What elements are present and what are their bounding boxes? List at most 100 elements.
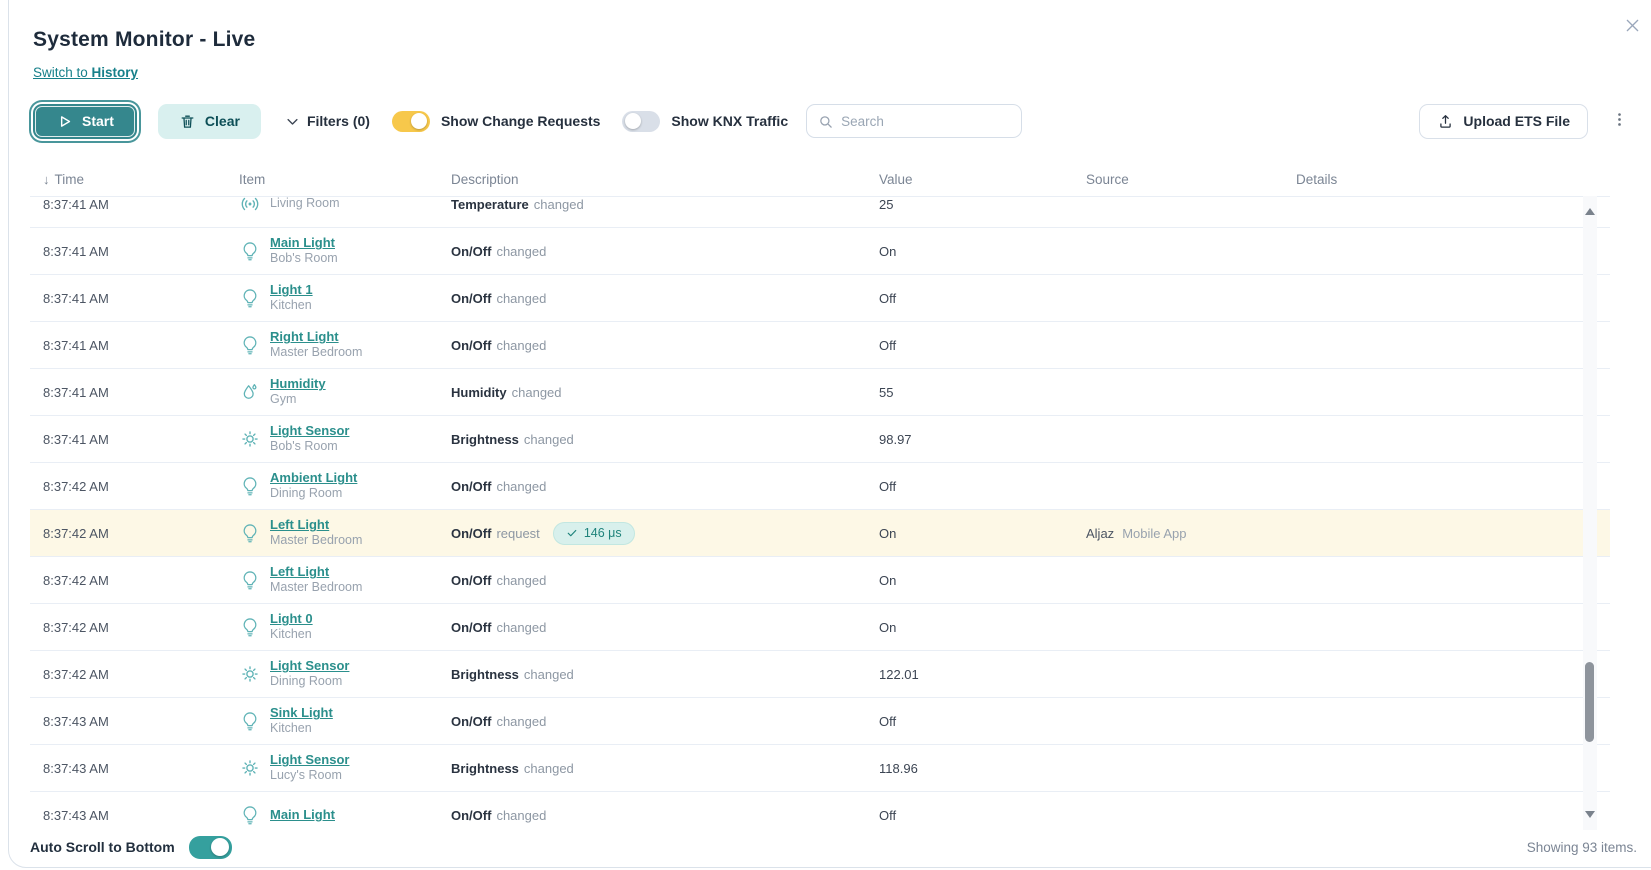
item-link[interactable]: Light Sensor <box>270 423 349 439</box>
event-value: On <box>879 525 897 541</box>
column-header-source[interactable]: Source <box>1086 172 1296 187</box>
scrollbar-thumb[interactable] <box>1585 662 1594 742</box>
event-description: Brightness changed <box>451 431 574 447</box>
request-duration-badge: 146 μs <box>552 521 635 545</box>
table-row: 8:37:41 AM Light Sensor Bob's Room Bright… <box>30 416 1610 463</box>
column-header-value[interactable]: Value <box>879 172 1086 187</box>
event-value: Off <box>879 337 897 353</box>
event-time: 8:37:41 AM <box>43 337 109 353</box>
column-header-description[interactable]: Description <box>451 172 879 187</box>
event-item: Left Light Master Bedroom <box>239 517 451 548</box>
event-table-body: 8:37:41 AM Living Room Temperature change… <box>30 196 1610 831</box>
item-room: Kitchen <box>270 627 312 642</box>
event-description: On/Off changed <box>451 619 547 635</box>
bulb-icon <box>239 522 261 544</box>
item-link[interactable]: Light Sensor <box>270 658 349 674</box>
show-change-requests-label: Show Change Requests <box>440 113 601 129</box>
autoscroll-label: Auto Scroll to Bottom <box>30 839 175 855</box>
item-link[interactable]: Main Light <box>270 235 338 251</box>
show-knx-traffic-toggle[interactable] <box>622 110 661 132</box>
event-description: On/Off changed <box>451 713 547 729</box>
column-header-time[interactable]: ↓ Time <box>30 172 239 187</box>
item-room: Dining Room <box>270 674 343 689</box>
item-link[interactable]: Ambient Light <box>270 470 357 486</box>
switch-to-history-link[interactable]: Switch to History <box>33 65 138 80</box>
table-row: 8:37:43 AM Sink Light Kitchen On/Off chang… <box>30 698 1610 745</box>
item-room: Kitchen <box>270 721 312 736</box>
event-item: Main Light Bob's Room <box>239 235 451 266</box>
item-link[interactable]: Right Light <box>270 329 362 345</box>
event-time: 8:37:42 AM <box>43 572 109 588</box>
event-time: 8:37:42 AM <box>43 619 109 635</box>
more-options-button[interactable] <box>1610 107 1628 135</box>
search-input[interactable] <box>841 113 1011 129</box>
event-description: On/Off request 146 μs <box>451 521 879 545</box>
event-description: Temperature changed <box>451 196 584 212</box>
event-time: 8:37:41 AM <box>43 243 109 259</box>
bulb-icon <box>239 569 261 591</box>
table-row: 8:37:43 AM Main Light On/Off changed Off <box>30 792 1610 831</box>
item-link[interactable]: Main Light <box>270 807 335 823</box>
item-link[interactable]: Left Light <box>270 517 362 533</box>
event-time: 8:37:42 AM <box>43 525 109 541</box>
event-item: Left Light Master Bedroom <box>239 564 451 595</box>
filters-button[interactable]: Filters (0) <box>285 113 370 129</box>
toggle-knob <box>210 838 229 856</box>
close-icon[interactable] <box>1618 13 1646 41</box>
item-link[interactable]: Light 1 <box>270 282 313 298</box>
sun-icon <box>239 663 261 685</box>
event-description: On/Off changed <box>451 807 547 823</box>
item-link[interactable]: Light 0 <box>270 611 313 627</box>
event-item: Living Room <box>239 197 451 215</box>
event-description: On/Off changed <box>451 478 547 494</box>
event-item: Light 0 Kitchen <box>239 611 451 642</box>
sun-icon <box>239 428 261 450</box>
event-description: On/Off changed <box>451 337 547 353</box>
kebab-icon <box>1617 113 1621 126</box>
table-row: 8:37:43 AM Light Sensor Lucy's Room Brigh… <box>30 745 1610 792</box>
item-room: Master Bedroom <box>270 533 363 548</box>
scrollbar-up-icon[interactable] <box>1585 208 1595 215</box>
show-knx-traffic-label: Show KNX Traffic <box>671 113 789 129</box>
event-time: 8:37:41 AM <box>43 431 109 447</box>
item-link[interactable]: Light Sensor <box>270 752 349 768</box>
column-header-details[interactable]: Details <box>1296 172 1610 187</box>
event-value: 25 <box>879 196 894 212</box>
event-time: 8:37:41 AM <box>43 196 109 212</box>
event-value: Off <box>879 807 897 823</box>
item-room: Dining Room <box>270 486 343 501</box>
column-header-item[interactable]: Item <box>239 172 451 187</box>
bulb-icon <box>239 616 261 638</box>
item-room: Gym <box>270 392 297 407</box>
page-title: System Monitor - Live <box>33 28 256 51</box>
bulb-icon <box>239 804 261 826</box>
event-description: On/Off changed <box>451 243 547 259</box>
event-value: 118.96 <box>879 760 918 776</box>
event-value: 55 <box>879 384 894 400</box>
table-row: 8:37:42 AM Light Sensor Dining Room Brigh… <box>30 651 1610 698</box>
sort-desc-icon: ↓ <box>43 172 50 187</box>
play-icon <box>60 115 71 127</box>
event-value: On <box>879 243 897 259</box>
autoscroll-toggle[interactable] <box>188 835 232 859</box>
item-link[interactable]: Sink Light <box>270 705 333 721</box>
droplet-icon <box>239 381 261 403</box>
upload-ets-button[interactable]: Upload ETS File <box>1419 103 1588 139</box>
footer: Auto Scroll to Bottom Showing 93 items. <box>30 833 1637 861</box>
event-item: Sink Light Kitchen <box>239 705 451 736</box>
scrollbar-down-icon[interactable] <box>1585 811 1595 818</box>
show-change-requests-toggle[interactable] <box>391 110 430 132</box>
event-value: Off <box>879 713 897 729</box>
event-item: Ambient Light Dining Room <box>239 470 451 501</box>
item-link[interactable]: Left Light <box>270 564 362 580</box>
start-button[interactable]: Start <box>33 103 137 139</box>
bulb-icon <box>239 240 261 262</box>
clear-button[interactable]: Clear <box>157 103 261 139</box>
bulb-icon <box>239 334 261 356</box>
event-value: Off <box>879 478 897 494</box>
source-user: Aljaz <box>1086 525 1115 541</box>
item-link[interactable]: Humidity <box>270 376 326 392</box>
event-description: Humidity changed <box>451 384 562 400</box>
event-description: Brightness changed <box>451 760 574 776</box>
sun-icon <box>239 757 261 779</box>
